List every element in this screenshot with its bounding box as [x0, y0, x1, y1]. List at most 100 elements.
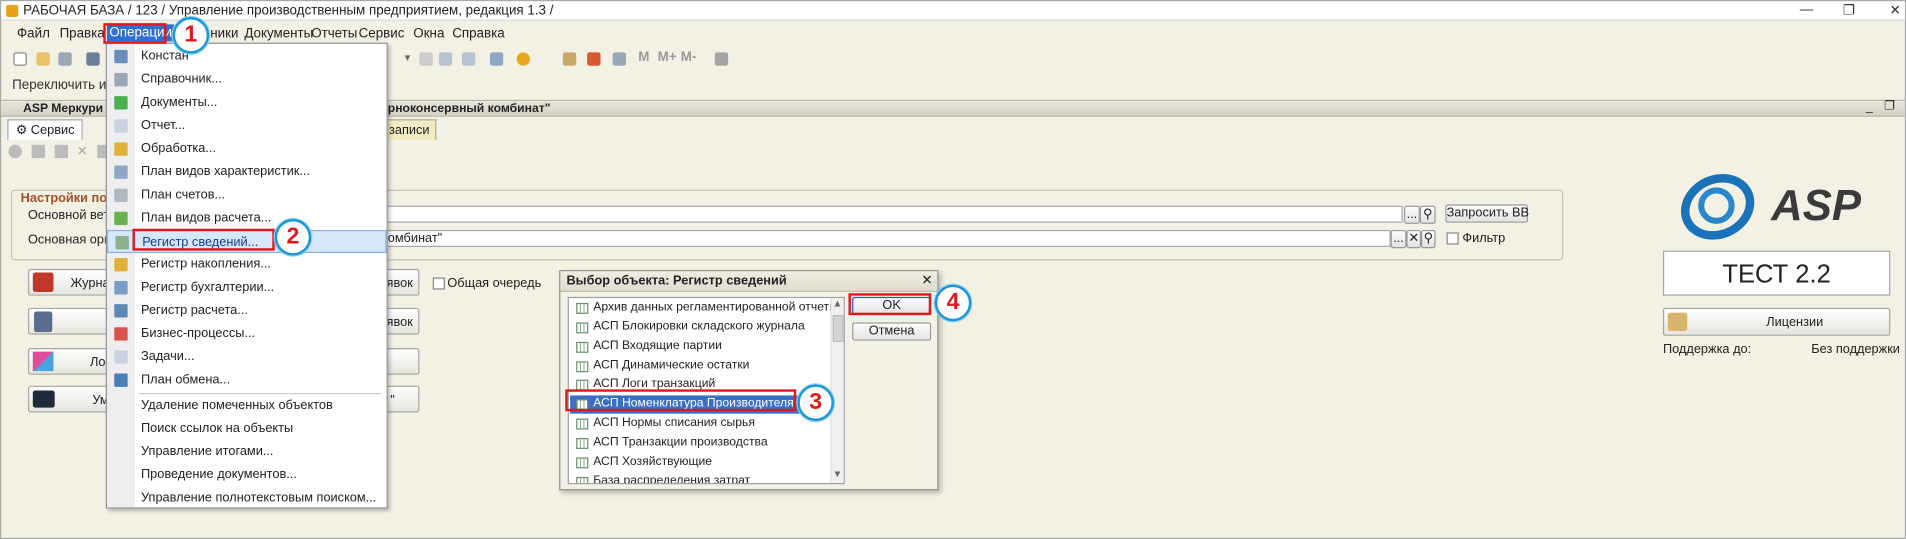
- menu-item-fulltext-search[interactable]: Управление полнотекстовым поиском...: [107, 487, 387, 510]
- menu-windows[interactable]: Окна: [413, 27, 444, 42]
- menu-item-calculation-register[interactable]: Регистр расчета...: [107, 299, 387, 322]
- asp-logo: ASP: [1670, 162, 1883, 252]
- menu-item-report[interactable]: Отчет...: [107, 114, 387, 137]
- scroll-up-icon[interactable]: ▲: [833, 298, 843, 309]
- menu-item-chart-of-accounts[interactable]: План счетов...: [107, 184, 387, 207]
- main-vet-field[interactable]: [385, 205, 1403, 223]
- menu-item-business-processes[interactable]: Бизнес-процессы...: [107, 322, 387, 345]
- menu-item-constants[interactable]: Констан: [107, 45, 387, 68]
- menu-item-accumulation-register[interactable]: Регистр накопления...: [107, 253, 387, 276]
- main-org-clear-button[interactable]: ✕: [1406, 229, 1422, 249]
- list-item[interactable]: База распределения затрат: [570, 473, 828, 484]
- tab-service[interactable]: ⚙ Сервис: [7, 119, 83, 140]
- maximize-icon[interactable]: ❐: [1842, 2, 1857, 19]
- new-icon[interactable]: [13, 52, 27, 66]
- list-item[interactable]: АСП Нормы списания сырья: [570, 415, 828, 433]
- menu-help[interactable]: Справка: [452, 27, 504, 42]
- menu-item-tasks[interactable]: Задачи...: [107, 346, 387, 369]
- highlight-info-register: [132, 228, 275, 251]
- exchange-plan-icon: [114, 373, 128, 387]
- filter-checkbox[interactable]: [1446, 232, 1459, 245]
- memory-minus-icon[interactable]: M-: [681, 50, 700, 65]
- menu-reports[interactable]: Отчеты: [311, 27, 357, 42]
- journal-suffix: явок: [386, 276, 413, 291]
- tab-records-label: записи: [388, 122, 430, 138]
- menu-service[interactable]: Сервис: [359, 27, 405, 42]
- copy-icon[interactable]: [31, 144, 45, 159]
- form-minimize-icon[interactable]: _: [1866, 101, 1873, 114]
- list-item[interactable]: Архив данных регламентированной отчетно: [570, 299, 843, 317]
- window-icon[interactable]: [489, 52, 504, 66]
- step-marker-4: 4: [934, 284, 972, 322]
- main-org-field[interactable]: омбинат": [385, 229, 1391, 247]
- list-scrollbar[interactable]: ▲ ▼: [830, 298, 844, 484]
- graduation-cap-icon: [32, 390, 55, 408]
- menu-edit[interactable]: Правка: [60, 27, 105, 42]
- edit-icon[interactable]: [54, 144, 69, 159]
- calendar-icon[interactable]: [587, 52, 601, 66]
- menu-item-post-documents[interactable]: Проведение документов...: [107, 464, 387, 487]
- app-window: РАБОЧАЯ БАЗА / 123 / Управление производ…: [0, 0, 1906, 539]
- list-item[interactable]: АСП Транзакции производства: [570, 434, 828, 452]
- licenses-button[interactable]: Лицензии: [1662, 307, 1891, 336]
- form-restore-icon[interactable]: ❐: [1884, 100, 1895, 113]
- menu-item-processing[interactable]: Обработка...: [107, 137, 387, 160]
- business-processes-icon: [114, 327, 128, 341]
- list-item[interactable]: АСП Блокировки складского журнала: [570, 319, 828, 337]
- register-icon: [576, 476, 589, 484]
- main-org-label: Основная орга: [27, 232, 116, 247]
- memory-m-icon[interactable]: M: [638, 50, 651, 65]
- find-icon[interactable]: [438, 52, 453, 66]
- info-icon[interactable]: [516, 52, 531, 66]
- tab-records[interactable]: записи: [385, 119, 437, 140]
- menu-item-characteristic-types[interactable]: План видов характеристик...: [107, 161, 387, 184]
- minimize-icon[interactable]: —: [1799, 2, 1814, 17]
- main-vet-search-icon[interactable]: ⚲: [1419, 205, 1436, 224]
- close-icon[interactable]: ✕: [1888, 2, 1903, 19]
- main-vet-select-button[interactable]: ...: [1404, 205, 1420, 224]
- highlight-operations-menu: [103, 23, 167, 44]
- calculation-register-icon: [114, 304, 128, 318]
- calculator-icon[interactable]: [562, 52, 577, 66]
- scroll-thumb[interactable]: [832, 315, 844, 342]
- open-icon[interactable]: [36, 52, 50, 66]
- menu-item-exchange-plan[interactable]: План обмена...: [107, 369, 387, 392]
- menu-documents[interactable]: Документы: [244, 27, 313, 42]
- delete-icon[interactable]: ✕: [77, 144, 88, 160]
- menu-item-documents[interactable]: Документы...: [107, 91, 387, 114]
- constants-icon: [114, 49, 128, 64]
- memory-plus-icon[interactable]: M+: [658, 50, 677, 65]
- training-suffix: ": [390, 392, 395, 408]
- cut-icon[interactable]: [86, 52, 100, 66]
- menu-item-totals-management[interactable]: Управление итогами...: [107, 440, 387, 463]
- clipboard-icon[interactable]: [612, 52, 627, 66]
- request-vv-button[interactable]: Запросить ВВ: [1445, 204, 1529, 223]
- common-queue-checkbox[interactable]: [432, 277, 445, 290]
- characteristic-types-icon: [114, 165, 128, 179]
- clear-icon[interactable]: [419, 52, 433, 66]
- menu-item-accounting-register[interactable]: Регистр бухгалтерии...: [107, 276, 387, 299]
- menu-catalogs[interactable]: ники: [210, 27, 238, 42]
- main-org-select-button[interactable]: ...: [1390, 229, 1407, 249]
- save-icon[interactable]: [58, 52, 72, 66]
- cancel-button[interactable]: Отмена: [852, 322, 932, 341]
- main-org-search-icon[interactable]: ⚲: [1421, 229, 1436, 249]
- menu-item-delete-marked[interactable]: Удаление помеченных объектов: [107, 394, 387, 417]
- menu-file[interactable]: Файл: [17, 27, 50, 42]
- scroll-down-icon[interactable]: ▼: [833, 468, 843, 479]
- find-next-icon[interactable]: [461, 52, 476, 66]
- menu-item-find-references[interactable]: Поиск ссылок на объекты: [107, 417, 387, 440]
- tools-icon[interactable]: [714, 52, 729, 66]
- form-title-left: ASP Меркури: [23, 102, 104, 116]
- menu-item-calculation-types[interactable]: План видов расчета...: [107, 207, 387, 230]
- add-icon[interactable]: [8, 144, 22, 159]
- list-item[interactable]: АСП Динамические остатки: [570, 358, 828, 376]
- info-register-icon: [115, 236, 129, 250]
- dropdown-icon[interactable]: ▾: [405, 51, 418, 64]
- test-version-box: ТЕСТ 2.2: [1662, 250, 1891, 296]
- menu-item-catalog[interactable]: Справочник...: [107, 68, 387, 91]
- dialog-close-icon[interactable]: ✕: [921, 273, 932, 289]
- list-item[interactable]: АСП Входящие партии: [570, 338, 828, 356]
- report-icon: [114, 119, 128, 133]
- list-item[interactable]: АСП Хозяйствующие: [570, 454, 828, 472]
